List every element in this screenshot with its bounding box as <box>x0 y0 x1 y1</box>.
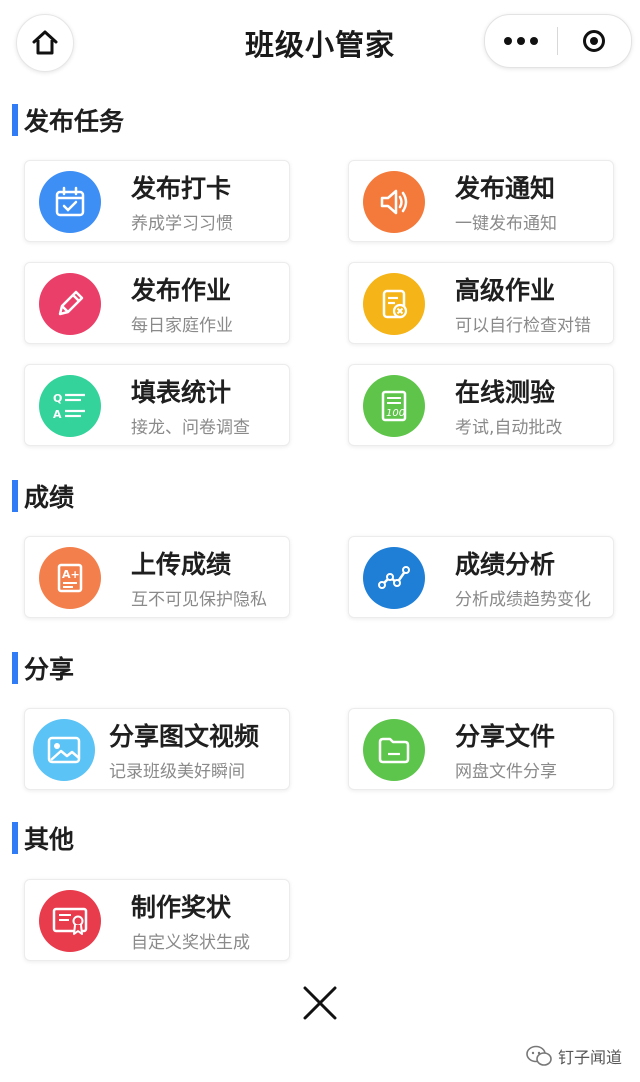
card-title: 填表统计 <box>131 378 232 407</box>
card-subtitle: 自定义奖状生成 <box>131 933 250 953</box>
card-title: 分享文件 <box>455 722 556 751</box>
svg-text:100: 100 <box>386 408 405 419</box>
section-title-text: 其他 <box>24 825 75 854</box>
card-publish-notice[interactable]: 发布通知 一键发布通知 <box>348 160 614 242</box>
section-accent-bar <box>12 822 18 854</box>
folder-icon <box>363 719 425 781</box>
calendar-check-icon <box>39 171 101 233</box>
card-subtitle: 养成学习习惯 <box>131 214 233 234</box>
card-title: 发布作业 <box>131 276 232 305</box>
close-icon <box>303 986 337 1020</box>
card-title: 发布通知 <box>455 174 556 203</box>
card-publish-homework[interactable]: 发布作业 每日家庭作业 <box>24 262 290 344</box>
card-subtitle: 考试,自动批改 <box>455 418 563 438</box>
homework-check-icon <box>363 273 425 335</box>
card-publish-checkin[interactable]: 发布打卡 养成学习习惯 <box>24 160 290 242</box>
section-title-share: 分享 <box>12 652 74 684</box>
section-title-text: 分享 <box>24 655 75 684</box>
card-subtitle: 接龙、问卷调查 <box>131 418 250 438</box>
close-miniprogram-button[interactable] <box>558 15 630 67</box>
target-icon <box>583 30 605 52</box>
qa-form-icon: Q A <box>39 375 101 437</box>
card-share-files[interactable]: 分享文件 网盘文件分享 <box>348 708 614 790</box>
card-title: 制作奖状 <box>131 893 232 922</box>
exam-paper-icon: 100 <box>363 375 425 437</box>
certificate-icon <box>39 890 101 952</box>
card-subtitle: 网盘文件分享 <box>455 762 557 782</box>
svg-text:Q: Q <box>53 392 62 405</box>
section-accent-bar <box>12 104 18 136</box>
card-title: 成绩分析 <box>455 550 556 579</box>
section-title-other: 其他 <box>12 822 74 854</box>
section-title-grades: 成绩 <box>12 480 74 512</box>
section-title-tasks: 发布任务 <box>12 104 124 136</box>
more-dots-icon <box>504 37 538 45</box>
card-online-test[interactable]: 100 在线测验 考试,自动批改 <box>348 364 614 446</box>
grade-upload-icon: A+ <box>39 547 101 609</box>
card-upload-grades[interactable]: A+ 上传成绩 互不可见保护隐私 <box>24 536 290 618</box>
card-title: 分享图文视频 <box>109 722 260 751</box>
card-subtitle: 每日家庭作业 <box>131 316 233 336</box>
card-title: 上传成绩 <box>131 550 232 579</box>
card-subtitle: 可以自行检查对错 <box>455 316 591 336</box>
card-subtitle: 互不可见保护隐私 <box>131 590 267 610</box>
close-button[interactable] <box>300 983 340 1023</box>
card-make-certificate[interactable]: 制作奖状 自定义奖状生成 <box>24 879 290 961</box>
speaker-icon <box>363 171 425 233</box>
card-title: 高级作业 <box>455 276 556 305</box>
image-icon <box>33 719 95 781</box>
svg-text:A+: A+ <box>62 568 80 581</box>
card-form-statistics[interactable]: Q A 填表统计 接龙、问卷调查 <box>24 364 290 446</box>
wechat-logo-icon <box>526 1045 552 1066</box>
section-title-text: 发布任务 <box>24 107 125 136</box>
section-accent-bar <box>12 480 18 512</box>
card-share-media[interactable]: 分享图文视频 记录班级美好瞬间 <box>24 708 290 790</box>
card-subtitle: 一键发布通知 <box>455 214 557 234</box>
card-title: 在线测验 <box>455 378 556 407</box>
card-advanced-homework[interactable]: 高级作业 可以自行检查对错 <box>348 262 614 344</box>
svg-text:A: A <box>53 408 62 421</box>
card-title: 发布打卡 <box>131 174 232 203</box>
pencil-icon <box>39 273 101 335</box>
section-accent-bar <box>12 652 18 684</box>
miniprogram-capsule <box>484 14 632 68</box>
trend-icon <box>363 547 425 609</box>
card-grade-analysis[interactable]: 成绩分析 分析成绩趋势变化 <box>348 536 614 618</box>
more-menu-button[interactable] <box>485 15 557 67</box>
card-subtitle: 记录班级美好瞬间 <box>109 762 245 782</box>
watermark: 钉子闻道 <box>526 1044 622 1068</box>
watermark-text: 钉子闻道 <box>557 1048 622 1067</box>
card-subtitle: 分析成绩趋势变化 <box>455 590 591 610</box>
section-title-text: 成绩 <box>24 483 75 512</box>
